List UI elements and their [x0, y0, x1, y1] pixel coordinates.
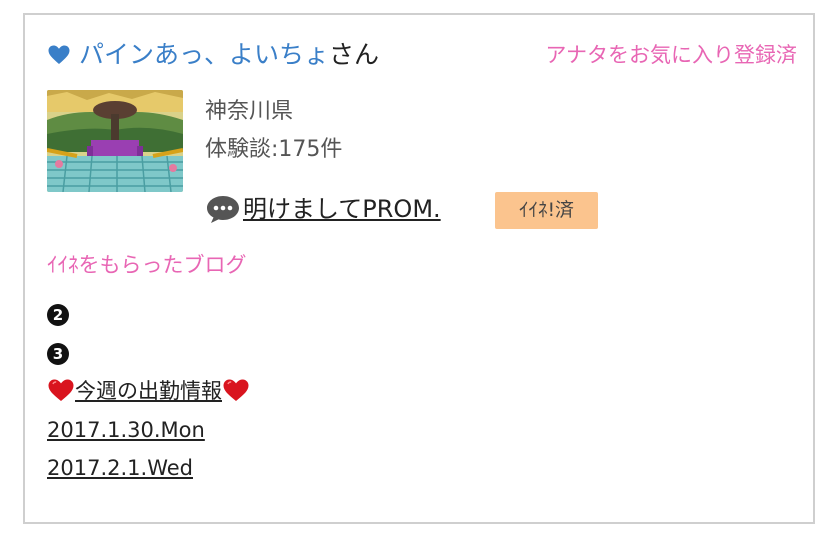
profile-info: 神奈川県 体験談:175件	[205, 93, 342, 169]
liked-blog-link-schedule[interactable]: 今週の出勤情報	[47, 379, 250, 403]
card-header: パインあっ、よいちょさん アナタをお気に入り登録済	[47, 37, 797, 73]
liked-blogs-heading: ｲｲﾈをもらったブログ	[47, 253, 247, 277]
circled-number-icon: 3	[47, 342, 69, 365]
liked-blog-link-3[interactable]: 3	[47, 341, 69, 365]
speech-bubble-icon	[207, 196, 239, 223]
liked-blog-link-date-1[interactable]: 2017.1.30.Mon	[47, 418, 205, 442]
user-card: パインあっ、よいちょさん アナタをお気に入り登録済 神奈川県 体験談:175件	[23, 13, 815, 524]
liked-blog-list: 2 3 今週の出勤情報 2017.1.30.Mon 2017.2.1.Wed	[47, 297, 250, 490]
red-heart-icon	[223, 379, 249, 401]
list-item: 2017.2.1.Wed	[47, 451, 250, 490]
prefecture: 神奈川県	[205, 99, 294, 124]
liked-blog-link-2[interactable]: 2	[47, 302, 69, 326]
list-item: 3	[47, 336, 250, 375]
circled-number-icon: 2	[47, 304, 69, 326]
avatar[interactable]	[47, 90, 183, 192]
favorite-status: アナタをお気に入り登録済	[545, 43, 797, 67]
experience-count: 体験談:175件	[205, 137, 343, 162]
red-heart-icon	[48, 379, 74, 401]
list-item: 今週の出勤情報	[47, 374, 250, 413]
list-item: 2017.1.30.Mon	[47, 413, 250, 452]
avatar-drawing	[47, 90, 183, 192]
liked-blog-link-date-2[interactable]: 2017.2.1.Wed	[47, 456, 193, 480]
honorific: さん	[329, 40, 380, 69]
heart-icon	[48, 45, 70, 64]
user-name-link[interactable]: パインあっ、よいちょさん	[79, 37, 379, 73]
liked-blog-title: 今週の出勤情報	[75, 379, 222, 403]
iine-badge: ｲｲﾈ!済	[495, 192, 598, 229]
list-item: 2	[47, 297, 250, 336]
user-name-text[interactable]: パインあっ、よいちょ	[79, 40, 329, 69]
latest-blog-link[interactable]: 明けましてPROM.	[243, 190, 441, 228]
